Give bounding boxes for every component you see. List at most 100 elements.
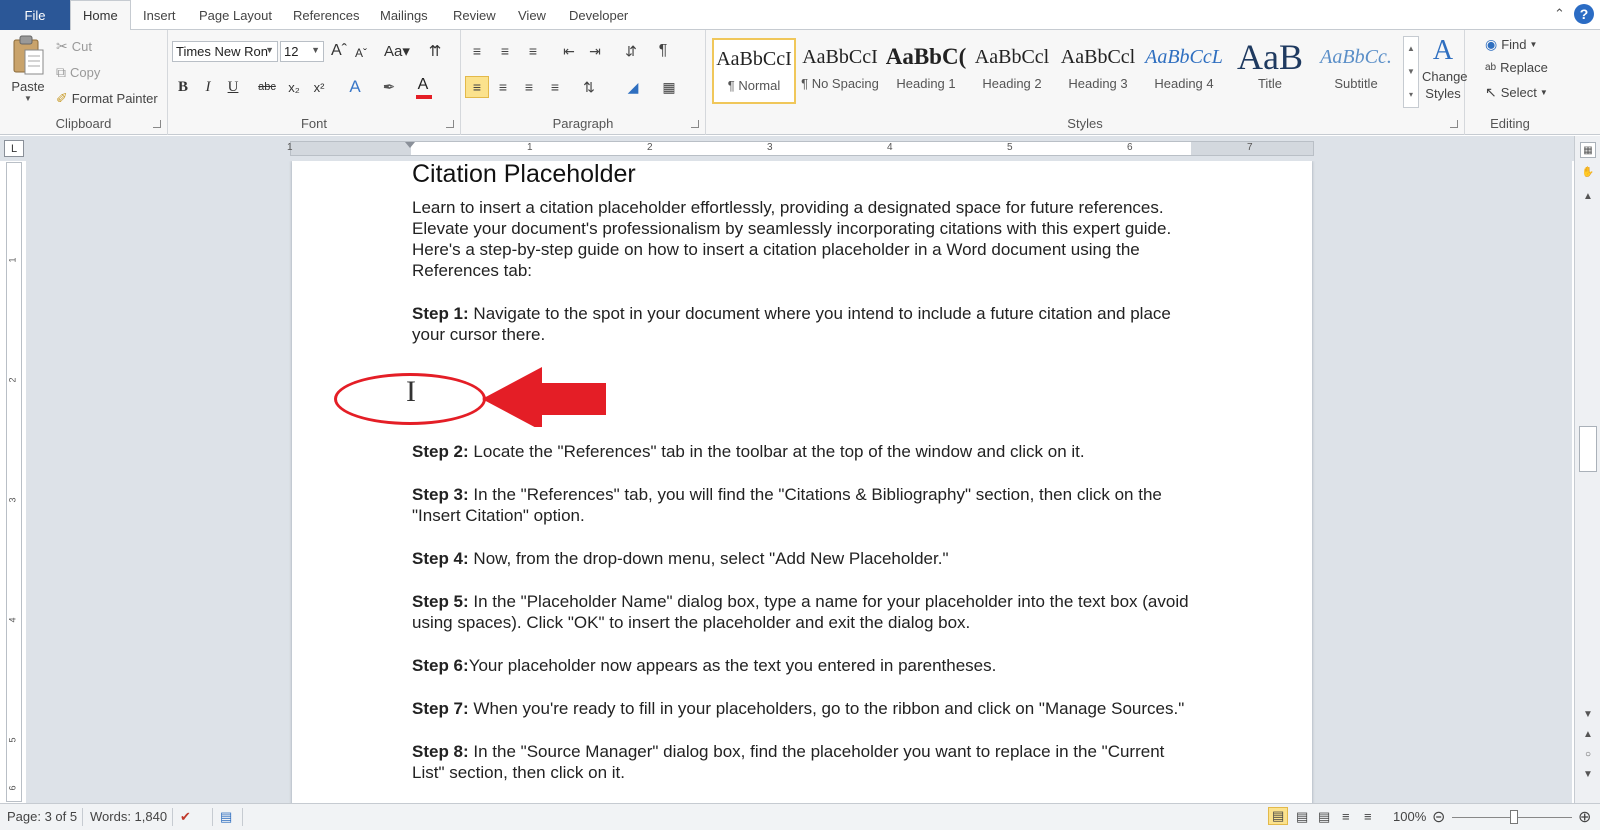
print-layout-icon[interactable]: ▤ bbox=[1268, 807, 1289, 825]
tab-selector[interactable]: L bbox=[4, 140, 24, 157]
style-heading-2[interactable]: AaBbCcl Heading 2 bbox=[970, 38, 1054, 104]
file-tab[interactable]: File bbox=[0, 0, 70, 30]
style-heading-1[interactable]: AaBbC( Heading 1 bbox=[884, 38, 968, 104]
step-label: Step 8: bbox=[412, 742, 469, 761]
replace-button[interactable]: ab Replace bbox=[1485, 60, 1548, 75]
style-heading-4[interactable]: AaBbCcL Heading 4 bbox=[1142, 38, 1226, 104]
zoom-slider-thumb[interactable] bbox=[1510, 810, 1518, 824]
style-no-spacing[interactable]: AaBbCcI ¶ No Spacing bbox=[798, 38, 882, 104]
ruler-number: 4 bbox=[7, 617, 18, 623]
bold-icon[interactable]: B bbox=[172, 76, 194, 98]
strikethrough-icon[interactable]: abc bbox=[256, 76, 278, 98]
style-title[interactable]: AaB Title bbox=[1228, 38, 1312, 104]
find-button[interactable]: ◉ Find ▼ bbox=[1485, 36, 1537, 53]
step-text: In the "Placeholder Name" dialog box, ty… bbox=[412, 592, 1189, 632]
align-center-icon[interactable]: ≡ bbox=[491, 76, 515, 98]
draft-icon[interactable]: ≡ bbox=[1364, 809, 1372, 824]
help-icon[interactable]: ? bbox=[1574, 4, 1594, 24]
change-case-icon[interactable]: Aa▾ bbox=[382, 40, 412, 62]
font-size-select[interactable]: 12 ▼ bbox=[280, 41, 324, 62]
tab-page-layout[interactable]: Page Layout bbox=[199, 0, 272, 30]
align-left-icon[interactable]: ≡ bbox=[465, 76, 489, 98]
scroll-thumb[interactable] bbox=[1579, 426, 1597, 472]
superscript-icon[interactable]: x² bbox=[308, 76, 330, 98]
cut-button[interactable]: ✂ Cut bbox=[56, 38, 92, 55]
copy-button[interactable]: ⧉ Copy bbox=[56, 64, 100, 81]
editing-label: Editing bbox=[1490, 116, 1530, 131]
styles-launcher-icon[interactable] bbox=[1450, 120, 1458, 128]
format-painter-button[interactable]: ✐ Format Painter bbox=[56, 90, 158, 107]
line-spacing-icon[interactable]: ⇅ bbox=[577, 76, 601, 98]
borders-icon[interactable]: ▦ bbox=[657, 76, 681, 98]
tab-home[interactable]: Home bbox=[70, 0, 131, 31]
underline-icon[interactable]: U bbox=[222, 76, 244, 98]
numbering-icon[interactable]: ≡ bbox=[493, 40, 517, 62]
subscript-icon[interactable]: x₂ bbox=[283, 76, 305, 98]
scroll-up-icon[interactable]: ▲ bbox=[1580, 188, 1596, 204]
style-heading-3[interactable]: AaBbCcl Heading 3 bbox=[1056, 38, 1140, 104]
word-count[interactable]: Words: 1,840 bbox=[90, 809, 167, 824]
vertical-scrollbar[interactable]: ▦ ✋ ▲ ▼ ▲ ○ ▼ bbox=[1574, 136, 1600, 803]
style-sample: AaBbCcl bbox=[1060, 46, 1136, 68]
pan-hand-icon[interactable]: ✋ bbox=[1580, 164, 1596, 180]
italic-icon[interactable]: I bbox=[197, 76, 219, 98]
ruler-number: 1 bbox=[7, 257, 18, 263]
font-launcher-icon[interactable] bbox=[446, 120, 454, 128]
minimize-ribbon-icon[interactable]: ⌃ bbox=[1554, 6, 1565, 22]
full-screen-reading-icon[interactable]: ▤ bbox=[1296, 809, 1308, 825]
clipboard-launcher-icon[interactable] bbox=[153, 120, 161, 128]
zoom-out-icon[interactable]: ⊝ bbox=[1432, 807, 1445, 827]
macro-record-icon[interactable]: ▤ bbox=[220, 809, 232, 825]
tab-insert[interactable]: Insert bbox=[143, 0, 176, 30]
clear-formatting-icon[interactable]: ⇈ bbox=[424, 40, 446, 62]
select-button[interactable]: ↖ Select ▼ bbox=[1485, 84, 1548, 101]
style-subtitle[interactable]: AaBbCc. Subtitle bbox=[1314, 38, 1398, 104]
indent-marker[interactable] bbox=[405, 142, 415, 148]
scroll-down-icon[interactable]: ▼ bbox=[1580, 706, 1596, 722]
paragraph-launcher-icon[interactable] bbox=[691, 120, 699, 128]
step-label: Step 7: bbox=[412, 699, 469, 718]
paste-button[interactable]: Paste ▼ bbox=[8, 34, 48, 109]
document-workspace: Citation Placeholder Learn to insert a c… bbox=[26, 161, 1572, 803]
change-styles-button[interactable]: A Change Styles bbox=[1422, 34, 1468, 102]
step-label: Step 6: bbox=[412, 656, 469, 675]
sort-icon[interactable]: ⇵ bbox=[619, 40, 643, 62]
pilcrow-icon[interactable]: ¶ bbox=[651, 40, 675, 62]
previous-page-icon[interactable]: ▲ bbox=[1580, 726, 1596, 742]
zoom-in-icon[interactable]: ⊕ bbox=[1578, 807, 1591, 827]
annotation-arrow-icon bbox=[482, 367, 606, 427]
justify-icon[interactable]: ≡ bbox=[543, 76, 567, 98]
horizontal-ruler[interactable]: 1 1 2 3 4 5 6 7 bbox=[287, 141, 1314, 156]
multilevel-list-icon[interactable]: ≡ bbox=[521, 40, 545, 62]
document-page[interactable]: Citation Placeholder Learn to insert a c… bbox=[292, 161, 1312, 803]
shrink-font-icon[interactable]: Aˇ bbox=[350, 42, 372, 64]
chevron-down-icon: ▼ bbox=[1529, 40, 1538, 49]
shading-icon[interactable]: ◢ bbox=[621, 76, 645, 98]
web-layout-icon[interactable]: ▤ bbox=[1318, 809, 1330, 825]
view-ruler-icon[interactable]: ▦ bbox=[1580, 142, 1596, 158]
vertical-ruler[interactable]: 1 2 3 4 5 6 bbox=[6, 162, 22, 802]
page-count[interactable]: Page: 3 of 5 bbox=[7, 809, 77, 824]
tab-developer[interactable]: Developer bbox=[569, 0, 628, 30]
styles-scroll[interactable]: ▲ ▼ ▾ bbox=[1403, 36, 1419, 108]
outline-icon[interactable]: ≡ bbox=[1342, 809, 1350, 824]
decrease-indent-icon[interactable]: ⇤ bbox=[557, 40, 581, 62]
tab-view[interactable]: View bbox=[518, 0, 546, 30]
increase-indent-icon[interactable]: ⇥ bbox=[583, 40, 607, 62]
text-effects-icon[interactable]: A bbox=[344, 76, 366, 98]
document-body[interactable]: Citation Placeholder Learn to insert a c… bbox=[334, 161, 1192, 803]
zoom-level[interactable]: 100% bbox=[1393, 809, 1426, 824]
browse-object-icon[interactable]: ○ bbox=[1580, 746, 1596, 762]
bullets-icon[interactable]: ≡ bbox=[465, 40, 489, 62]
grow-font-icon[interactable]: Aˆ bbox=[328, 40, 350, 62]
proofing-icon[interactable]: ✔ bbox=[180, 809, 191, 825]
font-color-icon[interactable]: A bbox=[412, 74, 434, 96]
tab-review[interactable]: Review bbox=[453, 0, 496, 30]
style-normal[interactable]: AaBbCcI ¶ Normal bbox=[712, 38, 796, 104]
tab-mailings[interactable]: Mailings bbox=[380, 0, 428, 30]
next-page-icon[interactable]: ▼ bbox=[1580, 766, 1596, 782]
font-name-select[interactable]: Times New Ron ▼ bbox=[172, 41, 278, 62]
align-right-icon[interactable]: ≡ bbox=[517, 76, 541, 98]
highlight-color-icon[interactable]: ✒ bbox=[378, 76, 400, 98]
tab-references[interactable]: References bbox=[293, 0, 359, 30]
